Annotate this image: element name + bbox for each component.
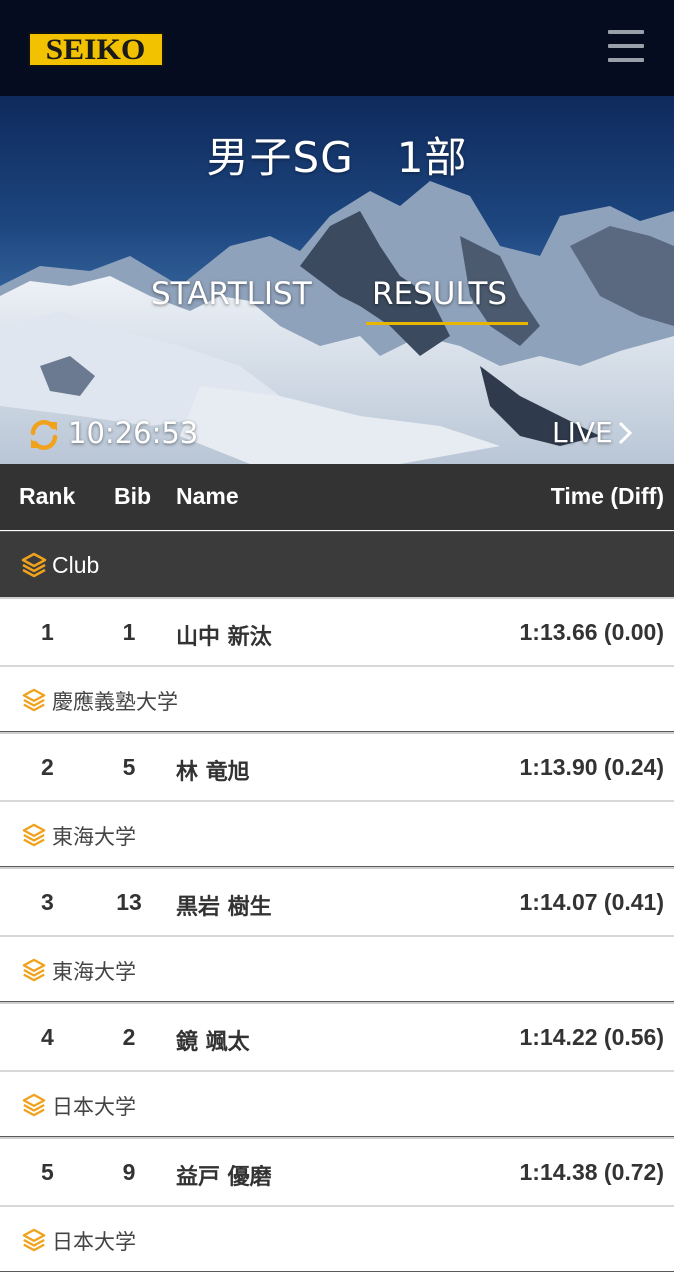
result-rank: 1	[41, 619, 54, 645]
app-header: SEIKO	[0, 0, 674, 96]
result-bib: 9	[122, 1159, 136, 1185]
result-row[interactable]: 5 9 益戸 優磨 1:14.38 (0.72)	[0, 1137, 674, 1205]
result-club-row: 慶應義塾大学	[0, 665, 674, 732]
hero-banner: 男子SG 1部 STARTLIST RESULTS 10:26:53 LIVE	[0, 96, 674, 464]
live-label: LIVE	[552, 416, 613, 449]
result-club-row: 東海大学	[0, 935, 674, 1002]
result-name: 林 竜旭	[176, 760, 250, 785]
result-club-row: 日本大学	[0, 1070, 674, 1137]
results-list: 1 1 山中 新汰 1:13.66 (0.00) 慶應義塾大学 2 5 林 竜旭 1:13.90…	[0, 597, 674, 1272]
event-title: 男子SG 1部	[206, 133, 468, 182]
result-bib: 13	[116, 889, 142, 915]
result-club: 東海大学	[52, 960, 136, 984]
layers-icon	[22, 958, 46, 986]
club-group-header: Club	[0, 531, 674, 597]
column-name[interactable]: Name	[176, 483, 239, 510]
active-tab-underline	[366, 322, 528, 325]
result-time: 1:14.38 (0.72)	[519, 1159, 664, 1185]
column-rank[interactable]: Rank	[19, 483, 75, 510]
result-time: 1:13.66 (0.00)	[519, 619, 664, 645]
result-name: 益戸 優磨	[176, 1165, 272, 1190]
column-bib[interactable]: Bib	[114, 483, 151, 510]
result-club-row: 東海大学	[0, 800, 674, 867]
result-name: 黒岩 樹生	[176, 895, 272, 920]
result-bib: 5	[122, 754, 136, 780]
result-club: 日本大学	[52, 1095, 136, 1119]
result-club: 東海大学	[52, 825, 136, 849]
result-row[interactable]: 3 13 黒岩 樹生 1:14.07 (0.41)	[0, 867, 674, 935]
tab-results[interactable]: RESULTS	[372, 276, 507, 312]
live-link[interactable]: LIVE	[552, 416, 633, 449]
result-rank: 5	[41, 1159, 54, 1185]
update-time: 10:26:53	[68, 416, 199, 450]
result-row[interactable]: 1 1 山中 新汰 1:13.66 (0.00)	[0, 597, 674, 665]
hamburger-menu-icon[interactable]	[604, 28, 648, 64]
result-club: 慶應義塾大学	[52, 690, 178, 714]
column-time[interactable]: Time (Diff)	[551, 483, 664, 510]
layers-icon	[22, 1093, 46, 1121]
layers-icon	[22, 1228, 46, 1256]
layers-icon	[22, 688, 46, 716]
seiko-logo[interactable]: SEIKO	[28, 32, 164, 67]
result-bib: 2	[122, 1024, 136, 1050]
result-rank: 2	[41, 754, 54, 780]
layers-icon	[22, 823, 46, 851]
refresh-icon[interactable]	[27, 418, 61, 452]
results-column-header: Rank Bib Name Time (Diff)	[0, 464, 674, 530]
result-name: 山中 新汰	[176, 625, 272, 650]
chevron-right-icon	[618, 421, 632, 444]
result-rank: 4	[41, 1024, 54, 1050]
result-name: 鏡 颯太	[176, 1030, 250, 1055]
result-time: 1:14.22 (0.56)	[519, 1024, 664, 1050]
logo-text: SEIKO	[46, 32, 146, 66]
layers-icon	[21, 552, 47, 584]
result-row[interactable]: 4 2 鏡 颯太 1:14.22 (0.56)	[0, 1002, 674, 1070]
result-row[interactable]: 2 5 林 竜旭 1:13.90 (0.24)	[0, 732, 674, 800]
result-time: 1:14.07 (0.41)	[519, 889, 664, 915]
tab-startlist[interactable]: STARTLIST	[151, 276, 312, 312]
result-bib: 1	[122, 619, 136, 645]
result-club-row: 日本大学	[0, 1205, 674, 1272]
result-rank: 3	[41, 889, 54, 915]
club-group-label: Club	[52, 552, 100, 578]
result-club: 日本大学	[52, 1230, 136, 1254]
result-time: 1:13.90 (0.24)	[519, 754, 664, 780]
